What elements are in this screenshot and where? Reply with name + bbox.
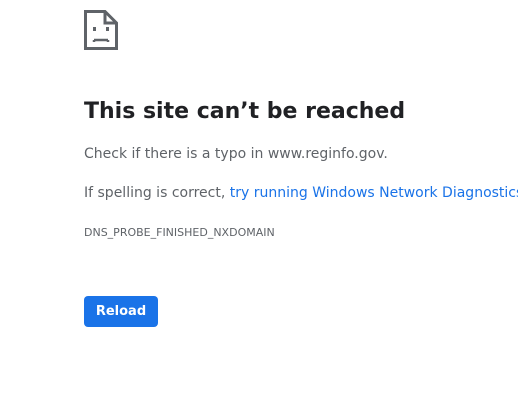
sad-page-icon (84, 10, 118, 50)
error-page: This site can’t be reached Check if ther… (0, 0, 518, 402)
reload-button[interactable]: Reload (84, 296, 158, 327)
diagnostics-hint: If spelling is correct, try running Wind… (84, 185, 518, 201)
diagnostics-hint-prefix: If spelling is correct, (84, 185, 230, 201)
typo-hint: Check if there is a typo in www.reginfo.… (84, 146, 388, 162)
network-diagnostics-link[interactable]: try running Windows Network Diagnostics (230, 185, 518, 201)
page-title: This site can’t be reached (84, 99, 406, 124)
error-code: DNS_PROBE_FINISHED_NXDOMAIN (84, 226, 275, 239)
